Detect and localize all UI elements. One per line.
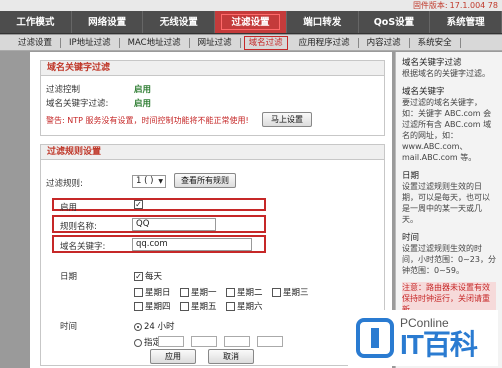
checkbox-icon	[134, 302, 143, 311]
chevron-down-icon: ▼	[158, 178, 163, 185]
hours24-label: 24 小时	[144, 322, 175, 332]
top-nav: 工作模式 网络设置 无线设置 过滤设置 端口转发 QoS设置 系统管理	[0, 11, 502, 34]
firmware-label: 固件版本:	[412, 1, 448, 10]
top-nav-item[interactable]: 工作模式	[0, 11, 72, 33]
keyword-filter-label: 域名关键字过滤:	[46, 99, 109, 109]
keyword-label: 域名关键字:	[60, 242, 106, 252]
filter-control-value: 启用	[134, 85, 152, 95]
hours24-radio[interactable]: 24 小时	[134, 320, 175, 332]
enable-checkbox[interactable]: ✓	[134, 200, 145, 210]
sub-nav-item[interactable]: 系统安全	[410, 37, 461, 48]
brand-pc: PConline	[400, 316, 449, 330]
checkbox-icon	[180, 288, 189, 297]
sub-nav-item[interactable]: 内容过滤	[359, 37, 410, 48]
end-hour-input[interactable]	[224, 336, 250, 347]
help-text: 设置过滤规则生效的日期，可以是每天，也可以是一周中的某一天或几天。	[402, 182, 490, 224]
check-icon: ✓	[134, 272, 143, 281]
weekday-checkbox[interactable]: 星期二	[226, 286, 263, 298]
brand-it: IT百科	[400, 329, 478, 360]
weekday-checkbox[interactable]: 星期三	[272, 286, 309, 298]
check-icon: ✓	[134, 200, 143, 209]
top-nav-item[interactable]: 网络设置	[72, 11, 144, 33]
date-label: 日期	[60, 272, 78, 282]
help-title: 时间	[402, 233, 420, 243]
weekday-checkbox[interactable]: 星期日	[134, 286, 171, 298]
firmware-value: 17.1.004 78	[449, 1, 498, 10]
view-all-rules-button[interactable]: 查看所有规则	[174, 173, 236, 188]
cancel-button[interactable]: 取消	[208, 349, 254, 364]
help-title: 域名关键字过滤	[402, 58, 462, 68]
enable-label: 启用	[60, 203, 78, 213]
end-minute-input[interactable]	[257, 336, 283, 347]
radio-icon	[134, 338, 142, 347]
checkbox-icon	[180, 302, 189, 311]
top-nav-item[interactable]: 过滤设置	[215, 11, 287, 33]
help-text: 设置过滤规则生效的时间，小时范围：0~23，分钟范围：0~59。	[402, 244, 496, 275]
section-title: 域名关键字过滤	[41, 61, 384, 76]
rule-select-value: 1 ( )	[136, 176, 154, 186]
section-title: 过滤规则设置	[41, 145, 384, 160]
setup-now-button[interactable]: 马上设置	[262, 112, 312, 127]
weekday-label: 星期六	[237, 302, 263, 312]
sub-nav-item[interactable]: 应用程序过滤	[291, 37, 359, 48]
radio-icon	[134, 322, 142, 331]
top-nav-item[interactable]: 端口转发	[287, 11, 359, 33]
weekday-label: 星期二	[237, 288, 263, 298]
help-title: 域名关键字	[402, 87, 445, 97]
sub-nav-item[interactable]: 域名过滤	[243, 35, 288, 50]
top-nav-item[interactable]: 无线设置	[143, 11, 216, 33]
pconline-logo-icon	[356, 318, 394, 358]
sub-nav: 过滤设置 IP地址过滤 MAC地址过滤 网址过滤 域名过滤 应用程序过滤 内容过滤 系统安全	[0, 35, 502, 51]
start-minute-input[interactable]	[191, 336, 217, 347]
firmware-version: 固件版本: 17.1.004 78	[0, 0, 502, 11]
weekday-label: 星期一	[191, 288, 217, 298]
sub-nav-item[interactable]: 过滤设置	[10, 37, 62, 48]
highlight-enable	[52, 198, 266, 211]
weekday-label: 星期五	[191, 302, 217, 312]
apply-button[interactable]: 应用	[150, 349, 196, 364]
ntp-warning: 警告: NTP 服务没有设置，时间控制功能将不能正常使用!	[46, 116, 249, 125]
checkbox-icon	[272, 288, 281, 297]
checkbox-icon	[134, 288, 143, 297]
top-nav-item[interactable]: 系统管理	[430, 11, 502, 33]
time-label: 时间	[60, 322, 78, 332]
everyday-label: 每天	[145, 272, 163, 282]
checkbox-icon	[226, 302, 235, 311]
keyword-input[interactable]: qq.com	[132, 238, 252, 251]
help-text: 根据域名的关键字过滤。	[402, 69, 490, 78]
top-nav-item[interactable]: QoS设置	[359, 11, 431, 33]
weekday-checkbox[interactable]: 星期六	[226, 300, 263, 312]
main-panel: 域名关键字过滤 过滤控制 启用 域名关键字过滤: 启用 警告: NTP 服务没有…	[30, 52, 392, 368]
rule-label: 过滤规则:	[46, 179, 83, 189]
weekday-checkbox[interactable]: 星期五	[180, 300, 217, 312]
rule-select[interactable]: 1 ( ) ▼	[132, 175, 166, 188]
rule-name-label: 规则名称:	[60, 222, 97, 232]
brand-watermark: PConline IT百科	[348, 310, 498, 366]
rule-name-input[interactable]: QQ	[132, 218, 216, 231]
checkbox-icon	[226, 288, 235, 297]
sub-nav-item[interactable]: MAC地址过滤	[120, 37, 190, 48]
weekday-label: 星期三	[283, 288, 309, 298]
keyword-filter-value: 启用	[134, 99, 152, 109]
weekday-checkbox[interactable]: 星期一	[180, 286, 217, 298]
sub-nav-item[interactable]: 网址过滤	[190, 37, 241, 48]
weekday-checkbox[interactable]: 星期四	[134, 300, 171, 312]
start-hour-input[interactable]	[158, 336, 184, 347]
help-text: 要过滤的域名关键字，如：关键字 ABC.com 会过滤所有含 ABC.com 域…	[402, 98, 492, 162]
weekday-label: 星期日	[145, 288, 171, 298]
sub-nav-item[interactable]: IP地址过滤	[61, 37, 120, 48]
help-title: 日期	[402, 171, 420, 181]
filter-control-label: 过滤控制	[46, 85, 81, 95]
weekday-label: 星期四	[145, 302, 171, 312]
everyday-checkbox[interactable]: ✓ 每天	[134, 270, 162, 282]
